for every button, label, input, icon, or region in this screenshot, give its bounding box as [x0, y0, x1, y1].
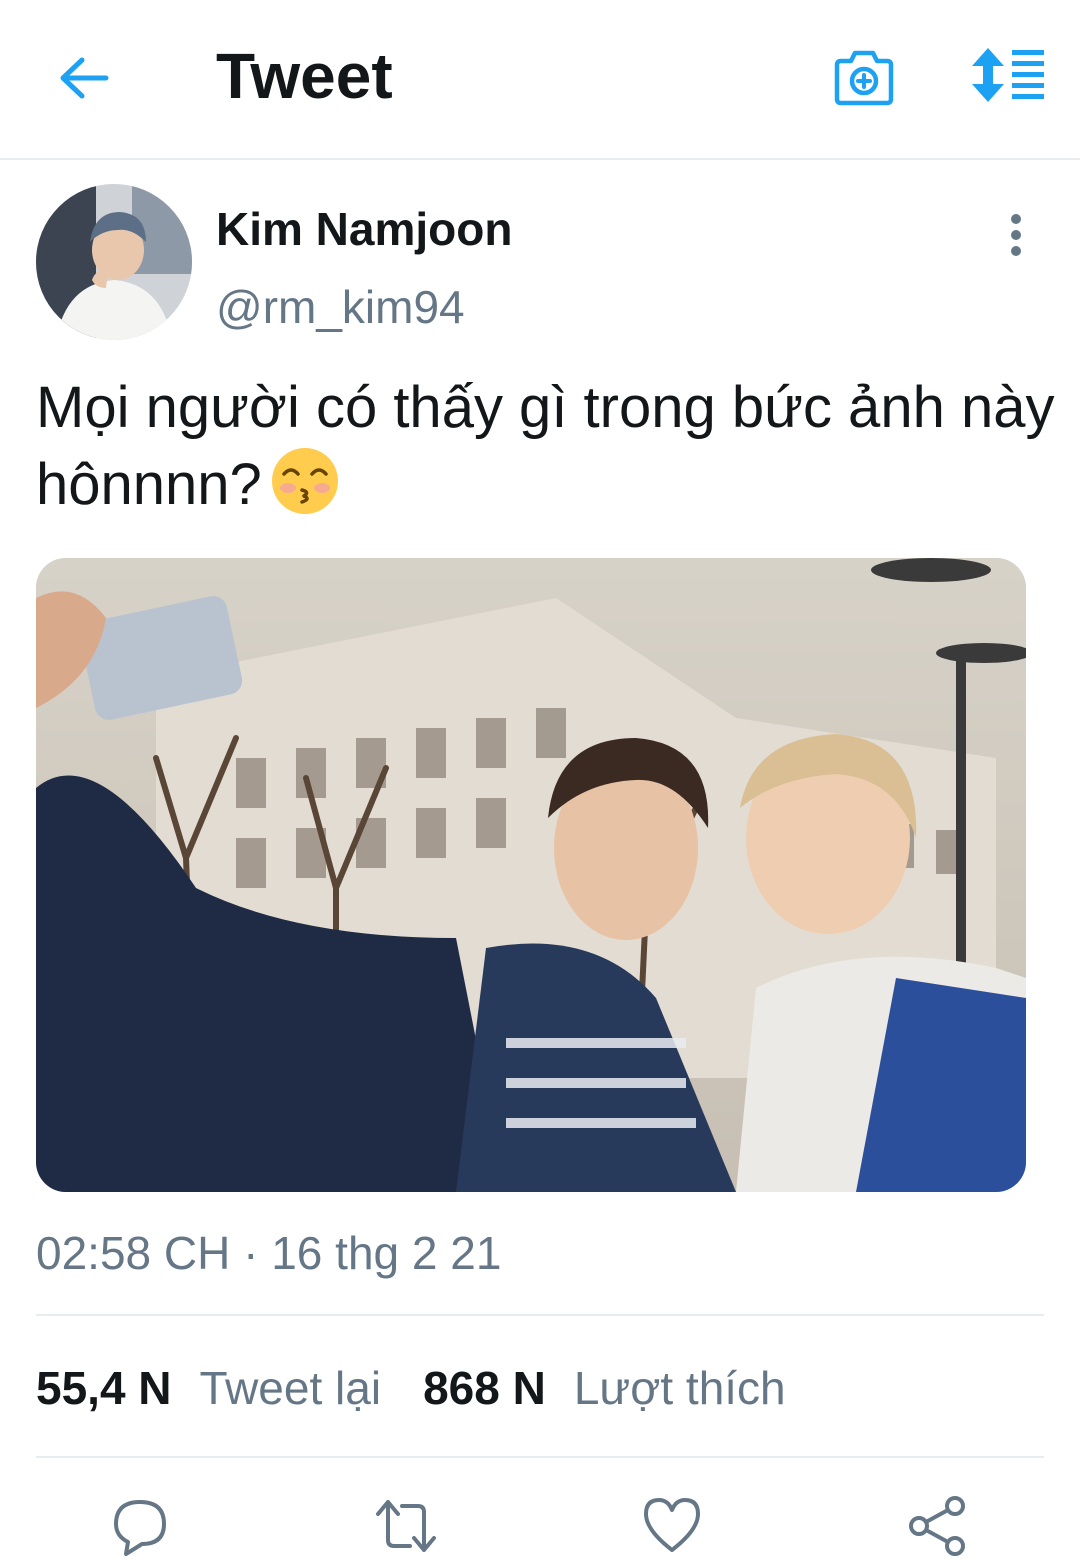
- likes-label[interactable]: Lượt thích: [574, 1360, 786, 1416]
- tweet-body: Mọi người có thấy gì trong bức ảnh này h…: [36, 375, 1055, 517]
- sort-replies-button[interactable]: [966, 44, 1050, 106]
- add-photo-button[interactable]: [830, 44, 898, 110]
- retweets-label[interactable]: Tweet lại: [200, 1360, 382, 1416]
- divider: [36, 1314, 1044, 1316]
- avatar-photo: [36, 184, 192, 340]
- share-icon: [909, 1496, 965, 1556]
- page-title: Tweet: [216, 40, 393, 112]
- kissing-face-emoji-icon: [271, 448, 338, 514]
- back-button[interactable]: [52, 48, 116, 108]
- retweets-count[interactable]: 55,4 N: [36, 1360, 172, 1416]
- heart-icon: [644, 1498, 700, 1552]
- tweet-photo[interactable]: [36, 558, 1026, 1192]
- divider: [36, 1456, 1044, 1458]
- like-button[interactable]: [640, 1496, 704, 1560]
- tweet-timestamp: 02:58 CH · 16 thg 2 21: [36, 1227, 502, 1279]
- sort-arrows-icon: [972, 48, 1044, 102]
- retweet-icon: [376, 1500, 436, 1552]
- more-options-button[interactable]: [996, 210, 1036, 260]
- author-name[interactable]: Kim Namjoon: [216, 202, 512, 256]
- engagement-stats: 55,4 N Tweet lại 868 N Lượt thích: [36, 1360, 786, 1416]
- author-handle[interactable]: @rm_kim94: [216, 280, 465, 334]
- reply-icon: [114, 1500, 166, 1556]
- share-button[interactable]: [906, 1496, 970, 1560]
- arrow-left-icon: [60, 57, 109, 99]
- top-app-bar: Tweet: [0, 0, 1080, 160]
- more-vertical-icon: [1011, 214, 1021, 256]
- likes-count[interactable]: 868 N: [423, 1360, 546, 1416]
- reply-button[interactable]: [108, 1496, 172, 1560]
- retweet-button[interactable]: [374, 1496, 438, 1560]
- photo-image: [36, 558, 1026, 1192]
- avatar[interactable]: [36, 184, 192, 340]
- tweet-text: Mọi người có thấy gì trong bức ảnh này h…: [36, 370, 1056, 523]
- camera-plus-icon: [834, 50, 894, 106]
